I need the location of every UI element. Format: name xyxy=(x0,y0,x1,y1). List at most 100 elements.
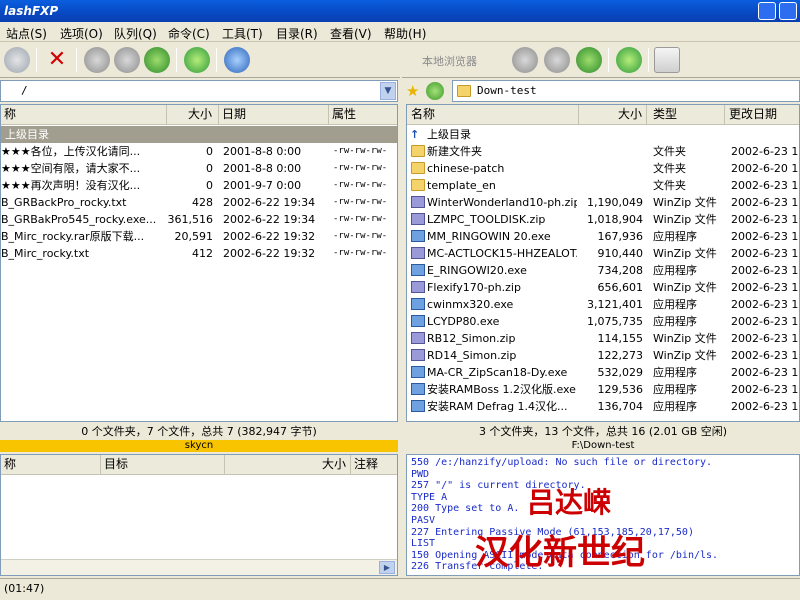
file-row[interactable]: WinterWonderland10-ph.zip 1,190,049 WinZip… xyxy=(407,194,799,211)
file-row[interactable]: LZMPC_TOOLDISK.zip 1,018,904 WinZip 文件 2002… xyxy=(407,211,799,228)
column-name-header[interactable]: 称 xyxy=(1,105,167,125)
file-date: 2002-6-23 16 xyxy=(731,332,800,345)
file-row[interactable]: 安装RAMBoss 1.2汉化版.exe 129,536 应用程序 2002-6-23… xyxy=(407,381,799,398)
horizontal-scrollbar[interactable]: ▶ xyxy=(1,559,397,575)
menu-queue[interactable]: 队列(Q) xyxy=(114,25,157,42)
log-line: LIST xyxy=(411,538,436,550)
menu-site[interactable]: 站点(S) xyxy=(6,25,47,42)
menu-directory[interactable]: 目录(R) xyxy=(276,25,318,42)
stop-icon[interactable] xyxy=(114,47,140,73)
file-row[interactable]: MC-ACTLOCK15-HHZEALOT.ZIP 910,440 WinZip 文… xyxy=(407,245,799,262)
file-row[interactable]: B_Mirc_rocky.txt 412 2002-6-22 19:32 -rw-rw… xyxy=(1,245,397,262)
exe-icon xyxy=(411,315,425,327)
remote-path-combo[interactable]: / ▼ xyxy=(0,80,398,102)
pause-icon[interactable] xyxy=(512,47,538,73)
column-date-header[interactable]: 更改日期 xyxy=(725,105,799,125)
queue-column-size[interactable]: 大小 xyxy=(225,455,351,475)
file-name: MM_RINGOWIN 20.exe xyxy=(427,230,551,243)
file-row[interactable]: B_GRBackPro_rocky.txt 428 2002-6-22 19:34 -… xyxy=(1,194,397,211)
file-row[interactable]: MA-CR_ZipScan18-Dy.exe 532,029 应用程序 2002-6-… xyxy=(407,364,799,381)
column-type-header[interactable]: 类型 xyxy=(647,105,725,125)
local-path-combo[interactable]: Down-test xyxy=(452,80,800,102)
file-size: 167,936 xyxy=(597,230,644,243)
file-row[interactable]: RD14_Simon.zip 122,273 WinZip 文件 2002-6-23 … xyxy=(407,347,799,364)
file-row[interactable]: RB12_Simon.zip 114,155 WinZip 文件 2002-6-23 … xyxy=(407,330,799,347)
minimize-button[interactable] xyxy=(758,2,776,20)
transfer-icon[interactable] xyxy=(144,47,170,73)
file-name: B_GRBakPro545_rocky.exe... xyxy=(1,213,157,226)
transfer-icon[interactable] xyxy=(576,47,602,73)
file-name: MA-CR_ZipScan18-Dy.exe xyxy=(427,366,568,379)
file-name: template_en xyxy=(427,179,496,192)
exe-icon xyxy=(411,298,425,310)
close-button[interactable] xyxy=(779,2,797,20)
globe-icon[interactable] xyxy=(224,47,250,73)
file-name: RD14_Simon.zip xyxy=(427,349,517,362)
column-size-header[interactable]: 大小 xyxy=(579,105,647,125)
file-row[interactable]: cwinmx320.exe 3,121,401 应用程序 2002-6-23 16 xyxy=(407,296,799,313)
toolbar-separator xyxy=(36,48,37,72)
column-attr-header[interactable]: 属性 xyxy=(329,105,397,125)
queue-column-name[interactable]: 称 xyxy=(1,455,101,475)
zip-icon xyxy=(411,247,425,259)
folder-view-icon[interactable] xyxy=(654,47,680,73)
connect-icon[interactable] xyxy=(4,47,30,73)
file-row[interactable]: B_Mirc_rocky.rar原版下载... 20,591 2002-6-22 1… xyxy=(1,228,397,245)
file-row[interactable]: chinese-patch 文件夹 2002-6-20 12 xyxy=(407,160,799,177)
queue-column-note[interactable]: 注释 xyxy=(351,455,397,475)
up-folder-icon[interactable] xyxy=(426,82,444,100)
file-row[interactable]: LCYDP80.exe 1,075,735 应用程序 2002-6-23 16 xyxy=(407,313,799,330)
file-type: 应用程序 xyxy=(653,383,697,396)
file-name: E_RINGOWI20.exe xyxy=(427,264,527,277)
file-row[interactable]: template_en 文件夹 2002-6-23 17 xyxy=(407,177,799,194)
file-row[interactable]: MM_RINGOWIN 20.exe 167,936 应用程序 2002-6-23 1… xyxy=(407,228,799,245)
file-row[interactable]: ★★★空间有限，请大家不... 0 2001-8-8 0:00 -rw-rw-rw- xyxy=(1,160,397,177)
menu-command[interactable]: 命令(C) xyxy=(168,25,210,42)
file-name: B_GRBackPro_rocky.txt xyxy=(1,196,127,209)
chevron-down-icon[interactable]: ▼ xyxy=(380,82,396,100)
parent-dir-row[interactable]: 上级目录 xyxy=(1,126,397,143)
menu-view[interactable]: 查看(V) xyxy=(330,25,372,42)
column-size-header[interactable]: 大小 xyxy=(167,105,219,125)
file-name: Flexify170-ph.zip xyxy=(427,281,521,294)
column-date-header[interactable]: 日期 xyxy=(219,105,329,125)
folder-icon xyxy=(411,179,425,191)
file-row[interactable]: ★★★再次声明！没有汉化... 0 2001-9-7 0:00 -rw-rw-rw- xyxy=(1,177,397,194)
file-row[interactable]: Flexify170-ph.zip 656,601 WinZip 文件 2002-6-… xyxy=(407,279,799,296)
file-size: 910,440 xyxy=(597,247,644,260)
file-row[interactable]: 新建文件夹 文件夹 2002-6-23 17 xyxy=(407,143,799,160)
file-date: 2002-6-23 16 xyxy=(731,315,800,328)
file-type: 文件夹 xyxy=(653,162,686,175)
zip-icon xyxy=(411,332,425,344)
file-row[interactable]: 安装RAM Defrag 1.4汉化... 136,704 应用程序 2002-6-2… xyxy=(407,398,799,415)
pause-icon[interactable] xyxy=(84,47,110,73)
refresh-icon[interactable] xyxy=(616,47,642,73)
local-browser-button[interactable]: 本地浏览器 xyxy=(422,53,477,69)
log-pane: 550 /e:/hanzify/upload: No such file or … xyxy=(406,454,800,576)
file-attr: -rw-rw-rw- xyxy=(333,197,388,207)
menu-help[interactable]: 帮助(H) xyxy=(384,25,426,42)
file-size: 656,601 xyxy=(597,281,644,294)
disconnect-icon[interactable]: ✕ xyxy=(44,47,70,73)
menu-options[interactable]: 选项(O) xyxy=(60,25,103,42)
stop-icon[interactable] xyxy=(544,47,570,73)
file-row[interactable]: ★★★各位，上传汉化请同... 0 2001-8-8 0:00 -rw-rw-rw- xyxy=(1,143,397,160)
refresh-icon[interactable] xyxy=(184,47,210,73)
star-icon[interactable]: ★ xyxy=(406,82,422,100)
file-name: 安装RAM Defrag 1.4汉化... xyxy=(427,400,568,413)
column-name-header[interactable]: 名称 xyxy=(407,105,579,125)
site-name-bar: skycn xyxy=(0,440,398,452)
parent-dir-row[interactable]: ↑ 上级目录 xyxy=(407,126,799,143)
log-line: TYPE A xyxy=(411,491,448,503)
file-date: 2002-6-22 19:34 xyxy=(223,213,316,226)
watermark-title: 汉化新世纪 xyxy=(475,533,645,573)
menu-tools[interactable]: 工具(T) xyxy=(222,25,263,42)
file-row[interactable]: B_GRBakPro545_rocky.exe... 361,516 2002-6-… xyxy=(1,211,397,228)
toolbar-separator xyxy=(216,48,217,72)
zip-icon xyxy=(411,213,425,225)
file-size: 0 xyxy=(206,179,213,192)
local-file-list: 名称 大小 类型 更改日期 ↑ 上级目录 新建文件夹 文件夹 2002-6-23 1… xyxy=(406,104,800,422)
queue-column-target[interactable]: 目标 xyxy=(101,455,225,475)
file-row[interactable]: E_RINGOWI20.exe 734,208 应用程序 2002-6-23 16 xyxy=(407,262,799,279)
scroll-right-icon[interactable]: ▶ xyxy=(379,561,395,574)
